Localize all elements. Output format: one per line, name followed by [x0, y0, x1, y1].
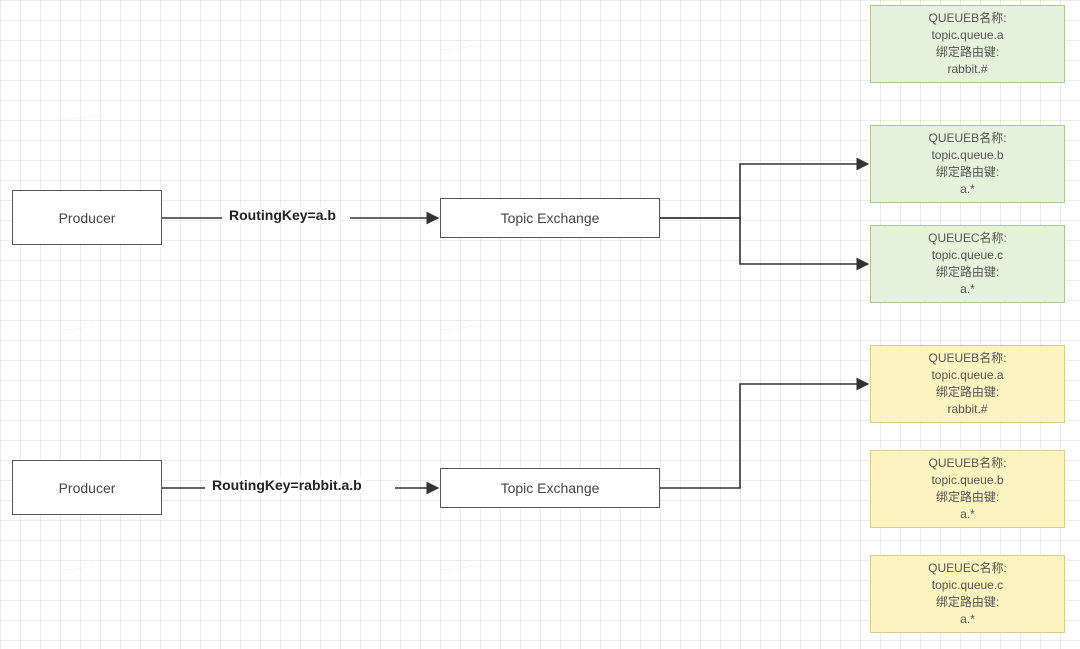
connector [660, 384, 868, 488]
queue-line: topic.queue.a [931, 27, 1003, 44]
queue-box: QUEUEB名称: topic.queue.a 绑定路由键: rabbit.# [870, 5, 1065, 83]
queue-line: QUEUEB名称: [928, 130, 1006, 147]
exchange-label: Topic Exchange [501, 480, 600, 496]
queue-line: rabbit.# [947, 401, 987, 418]
queue-line: QUEUEC名称: [928, 560, 1007, 577]
connector [660, 218, 868, 264]
queue-line: 绑定路由键: [936, 489, 999, 506]
queue-line: 绑定路由键: [936, 384, 999, 401]
queue-line: a.* [960, 281, 975, 298]
queue-line: 绑定路由键: [936, 264, 999, 281]
producer-label: Producer [59, 210, 116, 226]
diagram-canvas: — — — — — — — — — — — — — — — — — — Prod… [0, 0, 1080, 649]
queue-line: topic.queue.b [931, 472, 1003, 489]
queue-line: topic.queue.a [931, 367, 1003, 384]
queue-line: 绑定路由键: [936, 164, 999, 181]
exchange-label: Topic Exchange [501, 210, 600, 226]
queue-line: QUEUEB名称: [928, 350, 1006, 367]
queue-line: rabbit.# [947, 61, 987, 78]
connector [660, 164, 868, 218]
producer-box: Producer [12, 190, 162, 245]
queue-line: a.* [960, 181, 975, 198]
queue-line: QUEUEB名称: [928, 455, 1006, 472]
queue-line: QUEUEC名称: [928, 230, 1007, 247]
exchange-box: Topic Exchange [440, 468, 660, 508]
routing-key-label: RoutingKey=a.b [225, 207, 340, 223]
queue-box: QUEUEB名称: topic.queue.b 绑定路由键: a.* [870, 450, 1065, 528]
queue-box: QUEUEC名称: topic.queue.c 绑定路由键: a.* [870, 225, 1065, 303]
producer-label: Producer [59, 480, 116, 496]
queue-line: topic.queue.c [932, 577, 1003, 594]
routing-key-label: RoutingKey=rabbit.a.b [208, 477, 366, 493]
queue-line: 绑定路由键: [936, 594, 999, 611]
queue-box: QUEUEB名称: topic.queue.a 绑定路由键: rabbit.# [870, 345, 1065, 423]
queue-box: QUEUEC名称: topic.queue.c 绑定路由键: a.* [870, 555, 1065, 633]
producer-box: Producer [12, 460, 162, 515]
queue-line: 绑定路由键: [936, 44, 999, 61]
queue-line: a.* [960, 611, 975, 628]
queue-line: QUEUEB名称: [928, 10, 1006, 27]
queue-line: topic.queue.c [932, 247, 1003, 264]
connector-layer [0, 0, 1080, 649]
exchange-box: Topic Exchange [440, 198, 660, 238]
queue-line: topic.queue.b [931, 147, 1003, 164]
queue-box: QUEUEB名称: topic.queue.b 绑定路由键: a.* [870, 125, 1065, 203]
queue-line: a.* [960, 506, 975, 523]
